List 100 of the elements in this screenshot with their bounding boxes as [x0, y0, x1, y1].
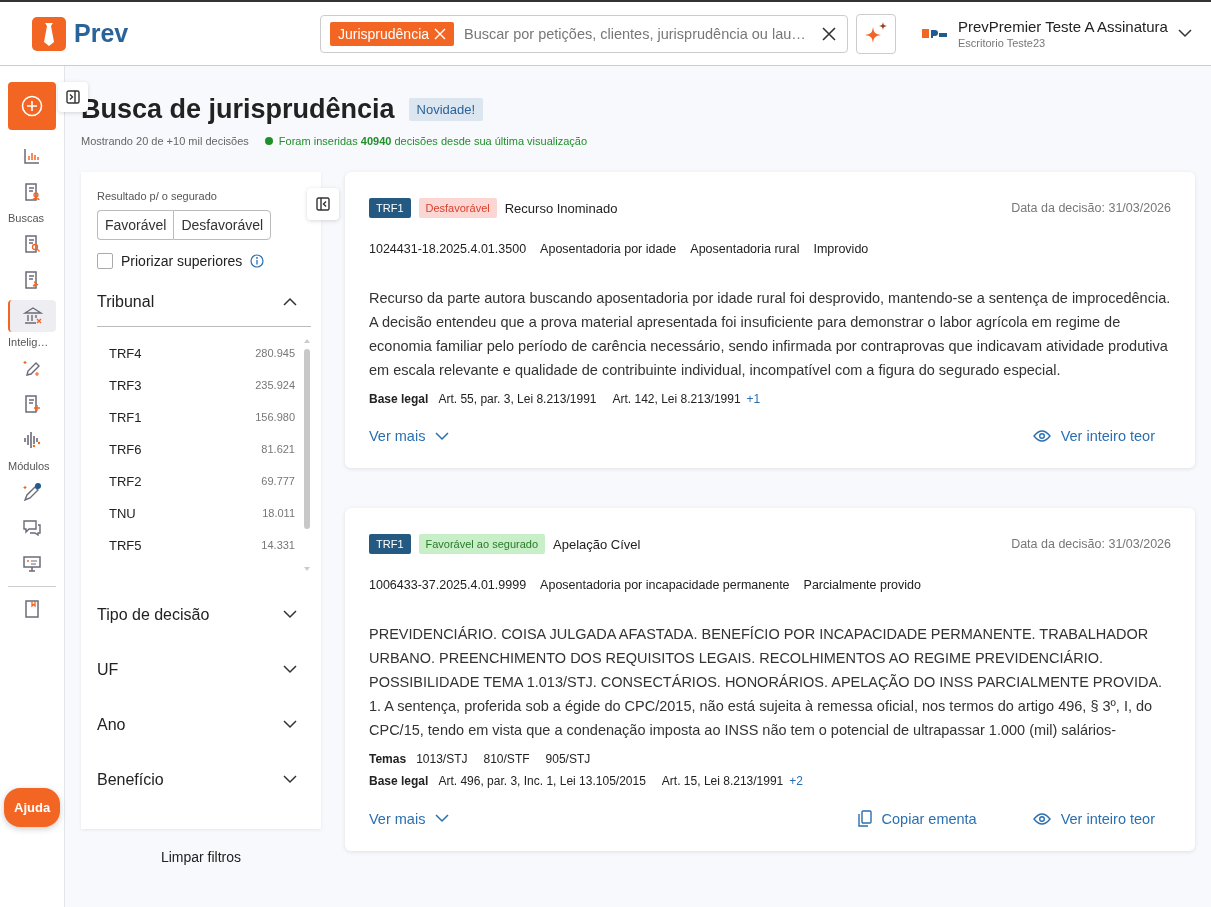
decision-date: Data da decisão: 31/03/2026	[1011, 537, 1171, 551]
show-more-button[interactable]: Ver mais	[369, 428, 450, 444]
logo-icon	[32, 16, 66, 51]
chevron-down-icon	[283, 775, 297, 784]
user-name: PrevPremier Teste A Assinatura	[958, 18, 1168, 35]
ai-button[interactable]	[856, 13, 896, 54]
filter-section-header[interactable]: Tipo de decisão	[97, 587, 311, 642]
nav-section-label: Intelig…	[8, 336, 49, 348]
view-full-text-button[interactable]: Ver inteiro teor	[1032, 428, 1155, 444]
add-icon	[21, 95, 43, 117]
court-name[interactable]: TRF6	[109, 441, 142, 457]
reference-item: Art. 142, Lei 8.213/1991	[612, 392, 741, 406]
court-count: 280.945	[255, 347, 295, 359]
account-menu[interactable]: PrevPremier Teste A Assinatura Escritorio Teste23	[922, 18, 1192, 49]
document-sparkle-icon	[22, 394, 42, 414]
chevron-down-icon	[283, 665, 297, 674]
filter-section-header[interactable]: UF	[97, 642, 311, 697]
outcome-tag: Favorável ao segurado	[418, 534, 545, 554]
court-count: 156.980	[255, 411, 295, 423]
checkbox-label: Priorizar superiores	[121, 253, 243, 269]
court-name[interactable]: TRF4	[109, 345, 142, 361]
segment-option[interactable]: Desfavorável	[173, 210, 272, 240]
update-notice: Foram inseridas 40940 decisões desde sua última visualização	[278, 135, 588, 147]
reference-item: 1013/STJ	[416, 752, 468, 766]
chevron-down-icon	[435, 431, 450, 441]
reference-item: 905/STJ	[545, 752, 591, 766]
book-icon	[22, 599, 42, 619]
eye-icon	[1032, 430, 1051, 442]
show-more-button[interactable]: Ver mais	[369, 810, 450, 827]
clear-filters-button[interactable]: Limpar filtros	[160, 849, 242, 865]
waveform-icon	[22, 430, 42, 450]
court-name[interactable]: TRF1	[109, 409, 142, 425]
pen-icon	[22, 482, 42, 502]
pencil-icon	[22, 358, 42, 378]
summary-text: 1. A sentença, proferida sob a égide do CPC/2015, não está sujeita à remessa oficial, nos termos do artigo 496, § 3º, I, do CPC/15, tendo em vista que a condenação imposta ao INSS não tem o potencial de ultrapassar 1.000 (mil) salários-	[369, 697, 1154, 740]
reference-label: Base legal	[369, 392, 429, 406]
chart-icon	[22, 146, 42, 166]
more-references-link[interactable]: +2	[789, 774, 803, 788]
case-detail: Parcialmente provido	[803, 578, 921, 592]
info-icon[interactable]	[250, 254, 265, 268]
scrollbar[interactable]	[303, 337, 311, 573]
view-full-text-button[interactable]: Ver inteiro teor	[1032, 810, 1155, 827]
sidebar-toggle-icon	[316, 197, 330, 211]
reference-label: Temas	[369, 752, 407, 766]
document-person-icon	[22, 182, 42, 202]
case-detail: 1024431-18.2025.4.01.3500	[369, 242, 527, 256]
brand-name: Prev	[74, 19, 129, 48]
collapse-filters-button[interactable]	[307, 188, 339, 220]
bank-icon	[23, 306, 43, 326]
monitor-icon	[22, 554, 42, 574]
court-name[interactable]: TNU	[109, 505, 136, 521]
eye-icon	[1032, 812, 1051, 825]
chevron-down-icon	[283, 720, 297, 729]
court-name[interactable]: TRF2	[109, 473, 142, 489]
reference-item: 810/STF	[483, 752, 530, 766]
court-count: 18.011	[262, 507, 295, 519]
chat-icon	[22, 518, 42, 538]
filter-section-header[interactable]: Tribunal	[97, 277, 311, 327]
case-detail: Improvido	[813, 242, 869, 256]
document-search-icon	[22, 234, 42, 254]
filter-section-header[interactable]: Benefício	[97, 752, 311, 807]
decision-type: Recurso Inominado	[504, 200, 618, 216]
chevron-up-icon	[283, 297, 297, 306]
court-count: 235.924	[255, 379, 295, 391]
filter-label: Resultado p/ o segurado	[97, 190, 218, 202]
case-detail: Aposentadoria por idade	[540, 242, 677, 256]
chevron-down-icon	[1177, 29, 1192, 38]
decision-date: Data da decisão: 31/03/2026	[1011, 201, 1171, 215]
results-count: Mostrando 20 de +10 mil decisões	[81, 135, 249, 147]
clear-icon[interactable]	[821, 25, 837, 42]
court-tag: TRF1	[369, 534, 411, 554]
more-references-link[interactable]: +1	[746, 392, 761, 406]
status-dot-icon	[264, 137, 273, 145]
company-logo-icon	[922, 28, 948, 39]
nav-section-label: Buscas	[8, 212, 45, 224]
court-count: 81.621	[261, 443, 295, 455]
summary-text: PREVIDENCIÁRIO. COISA JULGADA AFASTADA. BENEFÍCIO POR INCAPACIDADE PERMANENTE. TRABALHADOR URBANO. PREENCHIMENTO DOS REQUISITOS LEGAIS. RECOLHIMENTOS AO REGIME PREVIDENCIÁRIO. POSSIBILIDADE TEMA 1.013/STJ. CONSECTÁRIOS. HONORÁRIOS. APELAÇÃO DO INSS PARCIALMENTE PROVIDA.	[369, 625, 1164, 692]
court-name[interactable]: TRF3	[109, 377, 142, 393]
new-badge: Novidade!	[408, 98, 484, 121]
copy-summary-button[interactable]: Copiar ementa	[857, 810, 977, 827]
close-icon	[434, 27, 447, 40]
new-button[interactable]	[8, 82, 56, 130]
reference-label: Base legal	[369, 774, 429, 788]
copy-icon	[857, 810, 872, 827]
reference-item: Art. 55, par. 3, Lei 8.213/1991	[438, 392, 597, 406]
chevron-down-icon	[283, 610, 297, 619]
chevron-down-icon	[435, 814, 450, 823]
court-count: 14.331	[261, 539, 295, 551]
court-name[interactable]: TRF5	[109, 537, 142, 553]
court-tag: TRF1	[369, 198, 411, 218]
case-detail: Aposentadoria rural	[690, 242, 800, 256]
reference-item: Art. 496, par. 3, Inc. 1, Lei 13.105/2015	[438, 774, 646, 788]
summary-text: Recurso da parte autora buscando aposentadoria por idade rural foi desprovido, mantendo-se a sentença de improcedência. A decisão entendeu que a prova material apresentada foi insuficiente para demonstrar o labor agrícola em regime de economia familiar pelo período de carência necessário, sendo infirmada por contraprovas que indicavam atividade produtiva em escala relevante e qualidade de contribuinte individual, incompatível com a figura do segurado especial.	[369, 289, 1171, 380]
filter-section-header[interactable]: Ano	[97, 697, 311, 752]
outcome-tag: Desfavorável	[418, 198, 497, 218]
nav-item[interactable]	[8, 300, 56, 332]
checkbox[interactable]	[97, 253, 113, 269]
segment-option[interactable]: Favorável	[97, 210, 174, 240]
reference-item: Art. 15, Lei 8.213/1991	[661, 774, 784, 788]
case-detail: 1006433-37.2025.4.01.9999	[369, 578, 527, 592]
